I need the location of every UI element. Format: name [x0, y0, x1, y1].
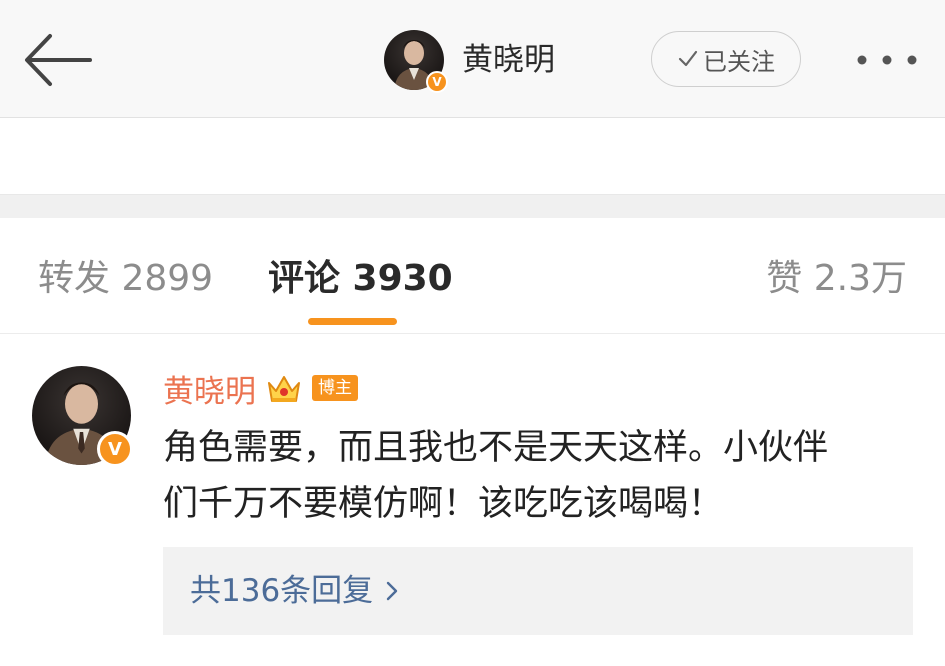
check-icon: [678, 50, 698, 67]
comment-avatar[interactable]: V: [32, 366, 133, 467]
verified-badge: V: [426, 71, 448, 93]
comment-author-name[interactable]: 黄晓明: [163, 366, 256, 411]
replies-box[interactable]: 共136条回复: [163, 547, 913, 635]
comment-line: 们千万不要模仿啊！该吃吃该喝喝！: [163, 484, 724, 524]
tab-likes[interactable]: 赞 2.3万: [766, 254, 907, 304]
comment-body: 角色需要，而且我也不是天天这样。小伙伴 们千万不要模仿啊！该吃吃该喝喝！: [163, 420, 923, 532]
active-tab-indicator: [308, 318, 397, 325]
follow-label: 已关注: [703, 47, 775, 76]
content-spacer: [0, 118, 945, 194]
tab-reposts[interactable]: 转发 2899: [38, 254, 213, 304]
header-user-name[interactable]: 黄晓明: [462, 38, 555, 82]
top-nav-bar: V 黄晓明 已关注: [0, 0, 945, 118]
header-avatar[interactable]: V: [384, 30, 448, 93]
section-divider: [0, 194, 945, 219]
arrow-left-icon: [25, 34, 92, 86]
interaction-tabs: 转发 2899 评论 3930 赞 2.3万: [0, 218, 945, 334]
comment-line: 角色需要，而且我也不是天天这样。小伙伴: [163, 428, 829, 468]
chevron-right-icon: [386, 581, 398, 601]
crown-icon: [268, 376, 300, 402]
replies-link[interactable]: 共136条回复: [190, 569, 399, 613]
more-dots-icon: [857, 55, 917, 65]
author-tag: 博主: [312, 375, 358, 401]
follow-button[interactable]: 已关注: [651, 31, 801, 87]
tab-comments[interactable]: 评论 3930: [268, 254, 453, 304]
more-button[interactable]: [852, 44, 922, 76]
next-comment-preview: [0, 650, 945, 666]
back-button[interactable]: [20, 30, 96, 90]
comment-author-row: 黄晓明 博主: [163, 366, 358, 410]
replies-label: 共136条回复: [190, 573, 374, 609]
verified-badge: V: [97, 431, 133, 467]
